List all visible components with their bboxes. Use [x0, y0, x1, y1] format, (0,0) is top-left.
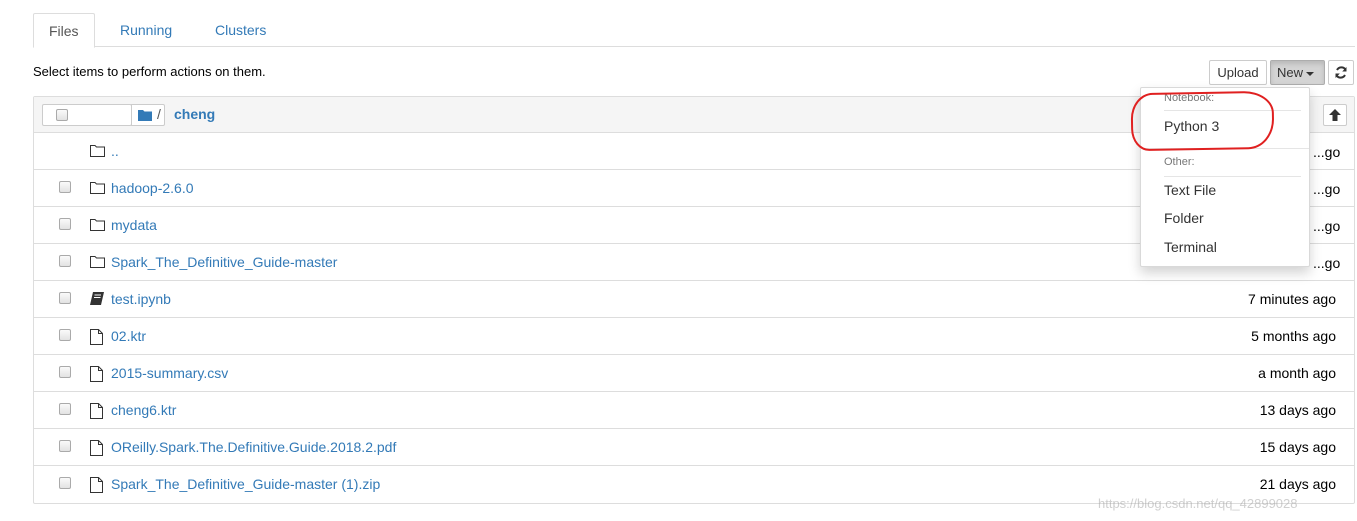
tab-clusters[interactable]: Clusters — [200, 13, 281, 47]
item-modified: 13 days ago — [1259, 402, 1336, 418]
item-name[interactable]: Spark_The_Definitive_Guide-master (1).zi… — [111, 476, 380, 492]
notebook-icon — [90, 292, 104, 305]
folder-icon — [90, 256, 105, 268]
item-checkbox[interactable] — [59, 255, 71, 267]
selection-hint: Select items to perform actions on them. — [33, 64, 266, 79]
item-checkbox[interactable] — [59, 477, 71, 489]
item-modified: ...go — [1313, 181, 1341, 197]
upload-label: Upload — [1217, 65, 1259, 80]
menu-item-terminal[interactable]: Terminal — [1164, 239, 1217, 255]
sort-button[interactable] — [1323, 104, 1347, 126]
folder-icon — [90, 145, 105, 157]
item-checkbox[interactable] — [59, 218, 71, 230]
item-name[interactable]: .. — [111, 143, 119, 159]
item-modified: ...go — [1313, 144, 1341, 160]
new-label: New — [1277, 65, 1304, 80]
folder-icon — [138, 110, 152, 121]
file-icon — [90, 440, 103, 456]
item-name[interactable]: OReilly.Spark.The.Definitive.Guide.2018.… — [111, 439, 396, 455]
tab-files[interactable]: Files — [33, 13, 95, 48]
file-icon — [90, 403, 103, 419]
refresh-icon — [1335, 66, 1347, 79]
caret-down-icon — [1306, 71, 1315, 76]
breadcrumb-separator: / — [157, 106, 161, 122]
breadcrumb-folder[interactable]: cheng — [174, 106, 215, 122]
menu-header-other: Other: — [1164, 156, 1195, 168]
item-modified: 21 days ago — [1259, 476, 1336, 492]
item-checkbox[interactable] — [59, 292, 71, 304]
item-modified: ...go — [1313, 218, 1341, 234]
watermark: https://blog.csdn.net/qq_42899028 — [1098, 496, 1298, 511]
item-checkbox[interactable] — [59, 181, 71, 193]
item-name[interactable]: mydata — [111, 217, 157, 233]
file-icon — [90, 366, 103, 382]
item-name[interactable]: 02.ktr — [111, 328, 146, 344]
list-item[interactable]: cheng6.ktr 13 days ago — [34, 392, 1354, 429]
upload-button[interactable]: Upload — [1209, 60, 1267, 85]
new-dropdown-button[interactable]: New — [1270, 60, 1325, 85]
item-modified: ...go — [1313, 255, 1341, 271]
tab-bar: Files Running Clusters — [33, 13, 1355, 48]
menu-divider — [1164, 176, 1301, 177]
menu-item-folder[interactable]: Folder — [1164, 210, 1204, 226]
folder-icon — [90, 182, 105, 194]
menu-item-text-file[interactable]: Text File — [1164, 182, 1216, 198]
item-checkbox[interactable] — [59, 329, 71, 341]
folder-icon — [90, 219, 105, 231]
item-name[interactable]: Spark_The_Definitive_Guide-master — [111, 254, 337, 270]
tab-running[interactable]: Running — [105, 13, 187, 47]
file-icon — [90, 477, 103, 493]
item-name[interactable]: 2015-summary.csv — [111, 365, 228, 381]
item-name[interactable]: hadoop-2.6.0 — [111, 180, 194, 196]
item-modified: a month ago — [1258, 365, 1336, 381]
item-checkbox[interactable] — [59, 366, 71, 378]
list-item[interactable]: test.ipynb 7 minutes ago — [34, 281, 1354, 318]
item-modified: 7 minutes ago — [1248, 291, 1336, 307]
select-all-checkbox[interactable] — [56, 109, 68, 121]
list-item[interactable]: 02.ktr 5 months ago — [34, 318, 1354, 355]
list-item[interactable]: 2015-summary.csv a month ago — [34, 355, 1354, 392]
item-name[interactable]: cheng6.ktr — [111, 402, 176, 418]
item-modified: 5 months ago — [1251, 328, 1336, 344]
annotation-circle — [1130, 90, 1275, 152]
item-modified: 15 days ago — [1259, 439, 1336, 455]
file-icon — [90, 329, 103, 345]
item-checkbox[interactable] — [59, 440, 71, 452]
list-item[interactable]: OReilly.Spark.The.Definitive.Guide.2018.… — [34, 429, 1354, 466]
item-name[interactable]: test.ipynb — [111, 291, 171, 307]
item-checkbox[interactable] — [59, 403, 71, 415]
refresh-button[interactable] — [1328, 60, 1354, 85]
arrow-up-icon — [1329, 109, 1341, 121]
